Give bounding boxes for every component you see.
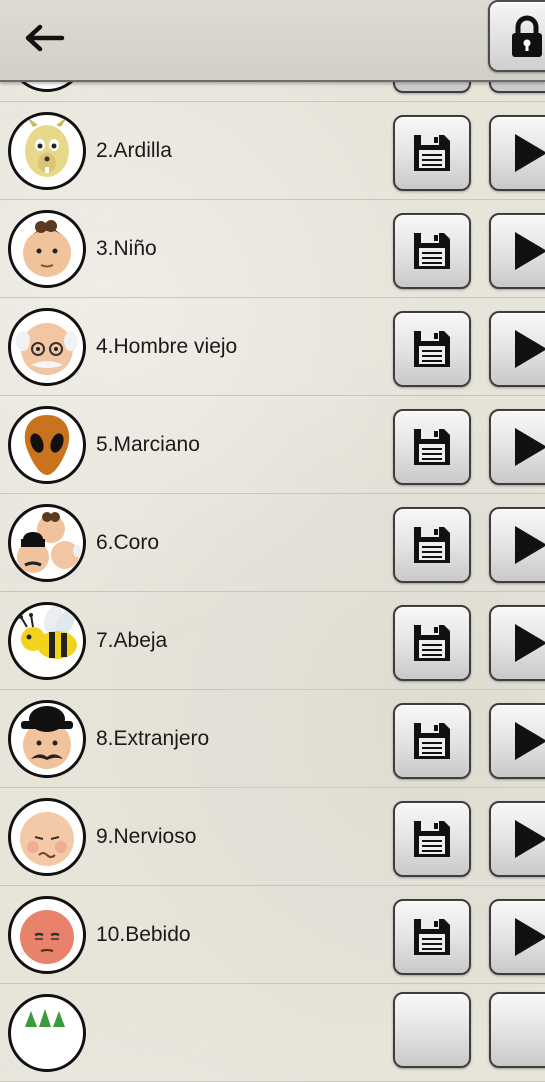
voice-label: 7.Abeja <box>96 629 168 652</box>
save-button[interactable] <box>393 899 471 975</box>
play-icon <box>515 820 545 858</box>
squirrel-icon <box>8 112 86 190</box>
list-item[interactable]: 7.Abeja <box>0 592 545 690</box>
drunk-face-icon <box>8 896 86 974</box>
old-man-face-icon <box>8 308 86 386</box>
bee-icon <box>8 602 86 680</box>
save-floppy-icon <box>414 527 450 563</box>
nervous-face-icon <box>8 798 86 876</box>
choir-faces-icon <box>8 504 86 582</box>
list-item[interactable] <box>0 984 545 1082</box>
save-floppy-icon <box>414 135 450 171</box>
voice-list: 2.Ardilla 3.Niño 4.Hombre viejo 5.Marcia… <box>0 0 545 1082</box>
play-icon <box>515 526 545 564</box>
voice-label: 9.Nervioso <box>96 825 197 848</box>
play-icon <box>515 428 545 466</box>
save-floppy-icon <box>414 331 450 367</box>
foreigner-face-icon <box>8 700 86 778</box>
save-floppy-icon <box>414 625 450 661</box>
play-button[interactable] <box>489 605 545 681</box>
voice-label: 6.Coro <box>96 531 160 554</box>
avatar <box>8 994 86 1072</box>
save-button[interactable] <box>393 992 471 1068</box>
voice-label: 8.Extranjero <box>96 727 210 750</box>
play-icon <box>515 330 545 368</box>
save-floppy-icon <box>414 429 450 465</box>
list-item[interactable]: 6.Coro <box>0 494 545 592</box>
play-icon <box>515 722 545 760</box>
list-item[interactable]: 8.Extranjero <box>0 690 545 788</box>
list-item[interactable]: 5.Marciano <box>0 396 545 494</box>
play-button[interactable] <box>489 409 545 485</box>
save-button[interactable] <box>393 801 471 877</box>
child-face-icon <box>8 210 86 288</box>
list-item[interactable]: 2.Ardilla <box>0 102 545 200</box>
save-button[interactable] <box>393 605 471 681</box>
save-floppy-icon <box>414 919 450 955</box>
save-floppy-icon <box>414 723 450 759</box>
list-item[interactable]: 3.Niño <box>0 200 545 298</box>
save-floppy-icon <box>414 233 450 269</box>
alien-face-icon <box>8 406 86 484</box>
save-button[interactable] <box>393 115 471 191</box>
list-item[interactable]: 4.Hombre viejo <box>0 298 545 396</box>
play-button[interactable] <box>489 801 545 877</box>
save-button[interactable] <box>393 213 471 289</box>
lock-icon <box>512 15 542 57</box>
voice-label: 2.Ardilla <box>96 139 172 162</box>
play-button[interactable] <box>489 899 545 975</box>
play-button[interactable] <box>489 311 545 387</box>
arrow-left-icon <box>25 24 65 52</box>
list-item[interactable]: 9.Nervioso <box>0 788 545 886</box>
save-button[interactable] <box>393 409 471 485</box>
save-button[interactable] <box>393 507 471 583</box>
save-button[interactable] <box>393 311 471 387</box>
save-floppy-icon <box>414 821 450 857</box>
play-button[interactable] <box>489 992 545 1068</box>
play-icon <box>515 918 545 956</box>
voice-label: 5.Marciano <box>96 433 200 456</box>
play-button[interactable] <box>489 213 545 289</box>
voice-label: 10.Bebido <box>96 923 191 946</box>
play-button[interactable] <box>489 703 545 779</box>
play-button[interactable] <box>489 507 545 583</box>
back-button[interactable] <box>18 18 70 58</box>
top-bar <box>0 0 545 82</box>
save-button[interactable] <box>393 703 471 779</box>
play-button[interactable] <box>489 115 545 191</box>
voice-label: 3.Niño <box>96 237 157 260</box>
play-icon <box>515 624 545 662</box>
list-item[interactable]: 10.Bebido <box>0 886 545 984</box>
play-icon <box>515 232 545 270</box>
play-icon <box>515 134 545 172</box>
lock-button[interactable] <box>488 0 545 72</box>
voice-label: 4.Hombre viejo <box>96 335 238 358</box>
